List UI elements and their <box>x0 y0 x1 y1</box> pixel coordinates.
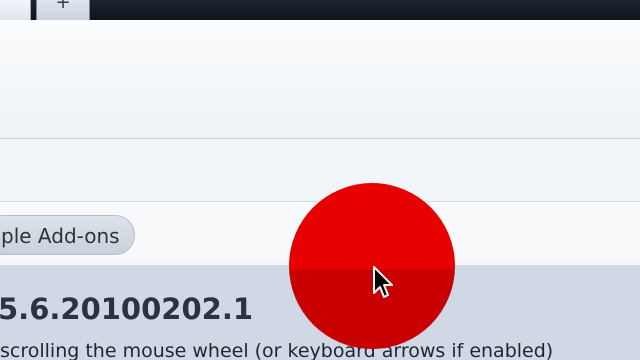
addons-manager-window: + ple Add-ons 5.6.20100202.1 scrolling t… <box>0 0 640 360</box>
arrow-cursor-icon <box>373 266 393 298</box>
addon-description-text: scrolling the mouse wheel (or keyboard a… <box>0 340 554 360</box>
enable-addons-button[interactable]: ple Add-ons <box>0 215 135 255</box>
active-tab[interactable] <box>0 0 31 20</box>
toolbar <box>0 20 640 139</box>
tab-strip: + <box>0 0 640 20</box>
new-tab-button[interactable]: + <box>36 0 90 20</box>
plus-icon: + <box>55 0 71 13</box>
addon-version-text: 5.6.20100202.1 <box>0 292 254 326</box>
addons-header <box>0 139 640 202</box>
